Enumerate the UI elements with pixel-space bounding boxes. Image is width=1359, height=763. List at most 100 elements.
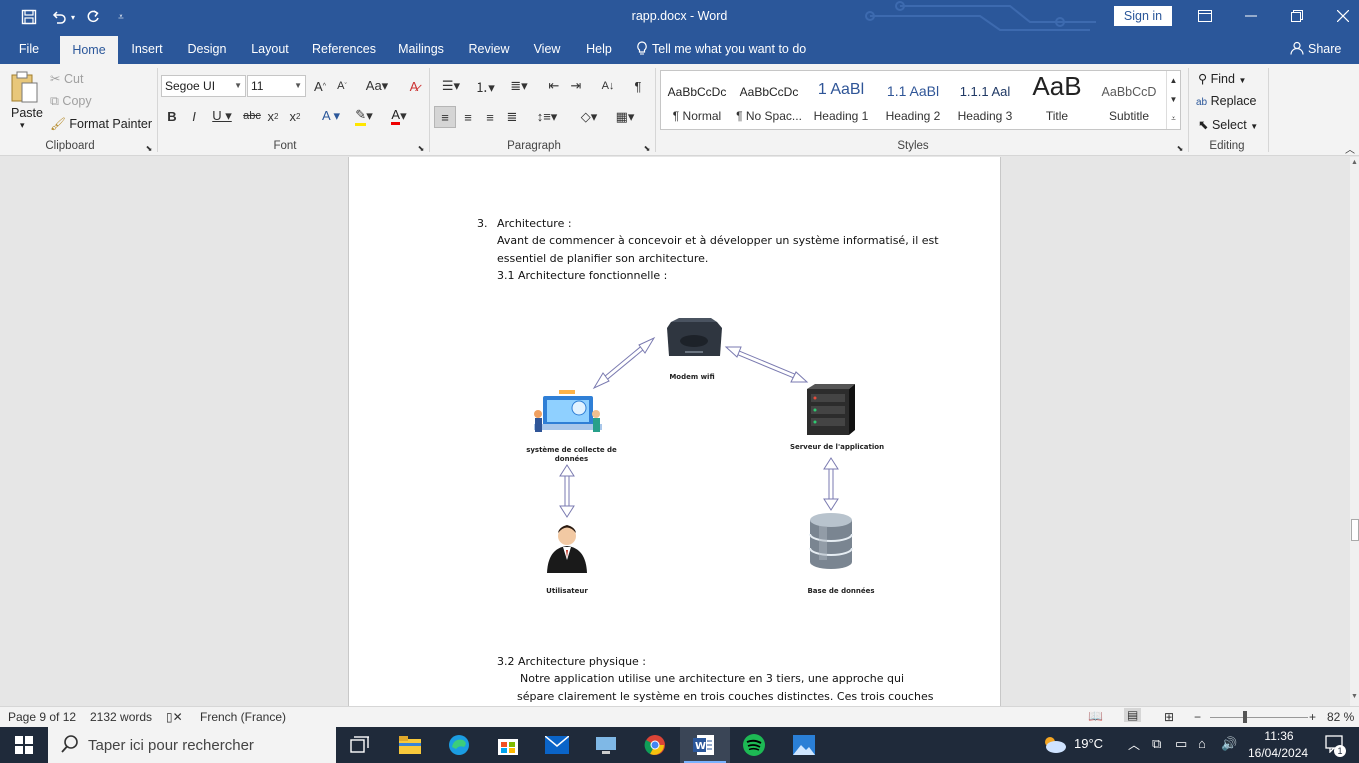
minimize-icon[interactable] [1228, 0, 1274, 32]
chrome-icon[interactable] [643, 733, 667, 757]
zoom-slider[interactable] [1210, 717, 1308, 718]
zoom-in-icon[interactable]: + [1309, 710, 1316, 724]
clear-formatting-icon[interactable]: A̷ [404, 76, 424, 96]
tab-mailings[interactable]: Mailings [392, 34, 450, 64]
styles-more-icon[interactable]: ⩡ [1166, 109, 1180, 129]
mail-icon[interactable] [545, 733, 569, 757]
chevron-up-icon[interactable]: ︿ [1128, 736, 1140, 753]
scroll-thumb[interactable] [1351, 519, 1359, 541]
styles-scroll-up-icon[interactable]: ▲ [1166, 71, 1180, 90]
style-subtitle[interactable]: AaBbCcD Subtitle [1093, 71, 1165, 129]
tab-design[interactable]: Design [180, 34, 234, 64]
highlight-color-icon[interactable]: ✎ ▾ [348, 106, 380, 126]
increase-indent-icon[interactable]: ⇥ [566, 76, 586, 96]
multilevel-list-icon[interactable]: ≣▾ [504, 76, 534, 96]
meet-now-icon[interactable]: ⧉ [1152, 736, 1161, 752]
select-button[interactable]: ⬉ Select ▼ [1198, 117, 1258, 132]
align-center-icon[interactable]: ≡ [458, 106, 478, 128]
tell-me-search[interactable]: Tell me what you want to do [636, 34, 816, 64]
underline-icon[interactable]: U ▾ [208, 106, 236, 126]
spotify-icon[interactable] [742, 733, 766, 757]
borders-icon[interactable]: ▦▾ [610, 106, 640, 128]
copy-button[interactable]: ⧉ Copy [50, 94, 92, 109]
replace-button[interactable]: ab Replace [1196, 94, 1256, 108]
style-heading-1[interactable]: 1 AaBl Heading 1 [805, 71, 877, 129]
edge-browser-icon[interactable] [447, 733, 471, 757]
justify-icon[interactable]: ≣ [502, 106, 522, 128]
style-title[interactable]: AaB Title [1021, 71, 1093, 129]
line-spacing-icon[interactable]: ↕≡▾ [532, 106, 562, 128]
font-color-icon[interactable]: A ▾ [384, 106, 414, 126]
sign-in-button[interactable]: Sign in [1114, 6, 1172, 26]
close-icon[interactable] [1320, 0, 1359, 32]
architecture-diagram[interactable] [349, 157, 1002, 606]
italic-icon[interactable]: I [186, 106, 202, 126]
proofing-icon[interactable]: ▯✕ [166, 710, 183, 724]
paste-dropdown-icon[interactable]: ▾ [20, 120, 25, 131]
paste-button[interactable]: Paste [11, 106, 43, 120]
styles-launcher-icon[interactable]: ⬊ [1175, 143, 1185, 153]
microsoft-store-icon[interactable] [496, 733, 520, 757]
file-explorer-icon[interactable] [398, 733, 422, 757]
battery-icon[interactable]: ▭ [1175, 736, 1187, 752]
zoom-level[interactable]: 82 % [1327, 710, 1354, 724]
styles-scroll-down-icon[interactable]: ▼ [1166, 90, 1180, 109]
clock-date[interactable]: 16/04/2024 [1248, 746, 1308, 760]
superscript-icon[interactable]: x2 [286, 106, 304, 126]
tab-layout[interactable]: Layout [244, 34, 296, 64]
tab-help[interactable]: Help [578, 34, 620, 64]
paste-icon[interactable] [8, 70, 40, 106]
web-layout-icon[interactable]: ⊞ [1164, 710, 1174, 724]
volume-icon[interactable]: 🔊 [1221, 736, 1237, 752]
font-name-select[interactable]: Segoe UI ▼ [161, 75, 246, 97]
collapse-ribbon-icon[interactable]: ︿ [1344, 142, 1356, 156]
format-painter-button[interactable]: 🖌 Format Painter [50, 117, 152, 132]
vertical-scrollbar[interactable]: ▲ ▼ [1350, 157, 1359, 706]
align-right-icon[interactable]: ≡ [480, 106, 500, 128]
change-case-icon[interactable]: Aa▾ [362, 76, 392, 96]
scroll-down-icon[interactable]: ▼ [1350, 693, 1359, 700]
show-formatting-icon[interactable]: ¶ [628, 76, 648, 96]
photos-icon[interactable] [792, 733, 816, 757]
clock-time[interactable]: 11:36 [1250, 729, 1308, 743]
find-button[interactable]: ⚲ Find ▼ [1198, 71, 1246, 86]
scroll-up-icon[interactable]: ▲ [1350, 159, 1359, 166]
tab-home[interactable]: Home [60, 36, 118, 64]
print-layout-icon[interactable]: ▤ [1124, 708, 1142, 722]
grow-font-icon[interactable]: A ^ [312, 76, 328, 96]
bold-icon[interactable]: B [164, 106, 180, 126]
subscript-icon[interactable]: x2 [264, 106, 282, 126]
tab-view[interactable]: View [526, 34, 568, 64]
tab-file[interactable]: File [8, 34, 50, 64]
sort-icon[interactable]: A↓ [598, 76, 618, 96]
style-normal[interactable]: AaBbCcDc ¶ Normal [661, 71, 733, 129]
word-icon[interactable]: W [692, 733, 716, 757]
tab-review[interactable]: Review [462, 34, 516, 64]
taskbar-search[interactable]: Taper ici pour rechercher [48, 727, 336, 763]
style-heading-3[interactable]: 1.1.1 Aal Heading 3 [949, 71, 1021, 129]
font-launcher-icon[interactable]: ⬊ [416, 143, 426, 153]
word-count[interactable]: 2132 words [90, 710, 152, 724]
windows-start-icon[interactable] [12, 733, 36, 757]
read-mode-icon[interactable]: 📖 [1088, 709, 1103, 723]
font-size-select[interactable]: 11 ▼ [247, 75, 306, 97]
align-left-icon[interactable]: ≡ [434, 106, 456, 128]
paragraph-launcher-icon[interactable]: ⬊ [642, 143, 652, 153]
page-count[interactable]: Page 9 of 12 [8, 710, 76, 724]
numbering-icon[interactable]: ⒈▾ [470, 76, 500, 96]
document-page[interactable]: 3. Architecture : Avant de commencer à c… [348, 157, 1001, 706]
zoom-out-icon[interactable]: − [1194, 710, 1201, 724]
style-no-spacing[interactable]: AaBbCcDc ¶ No Spac... [733, 71, 805, 129]
network-icon[interactable]: ⌂ [1198, 736, 1206, 751]
text-effects-icon[interactable]: A ▾ [316, 106, 346, 126]
tab-references[interactable]: References [306, 34, 382, 64]
ribbon-display-options-icon[interactable] [1182, 0, 1228, 32]
zoom-slider-thumb[interactable] [1243, 711, 1247, 723]
tab-insert[interactable]: Insert [124, 34, 170, 64]
cut-button[interactable]: ✂ Cut [50, 71, 83, 86]
shrink-font-icon[interactable]: Aˇ [334, 76, 350, 96]
bullets-icon[interactable]: ☰▾ [436, 76, 466, 96]
weather-temp[interactable]: 19°C [1074, 736, 1103, 751]
remote-desktop-icon[interactable] [594, 733, 618, 757]
clipboard-launcher-icon[interactable]: ⬊ [144, 143, 154, 153]
